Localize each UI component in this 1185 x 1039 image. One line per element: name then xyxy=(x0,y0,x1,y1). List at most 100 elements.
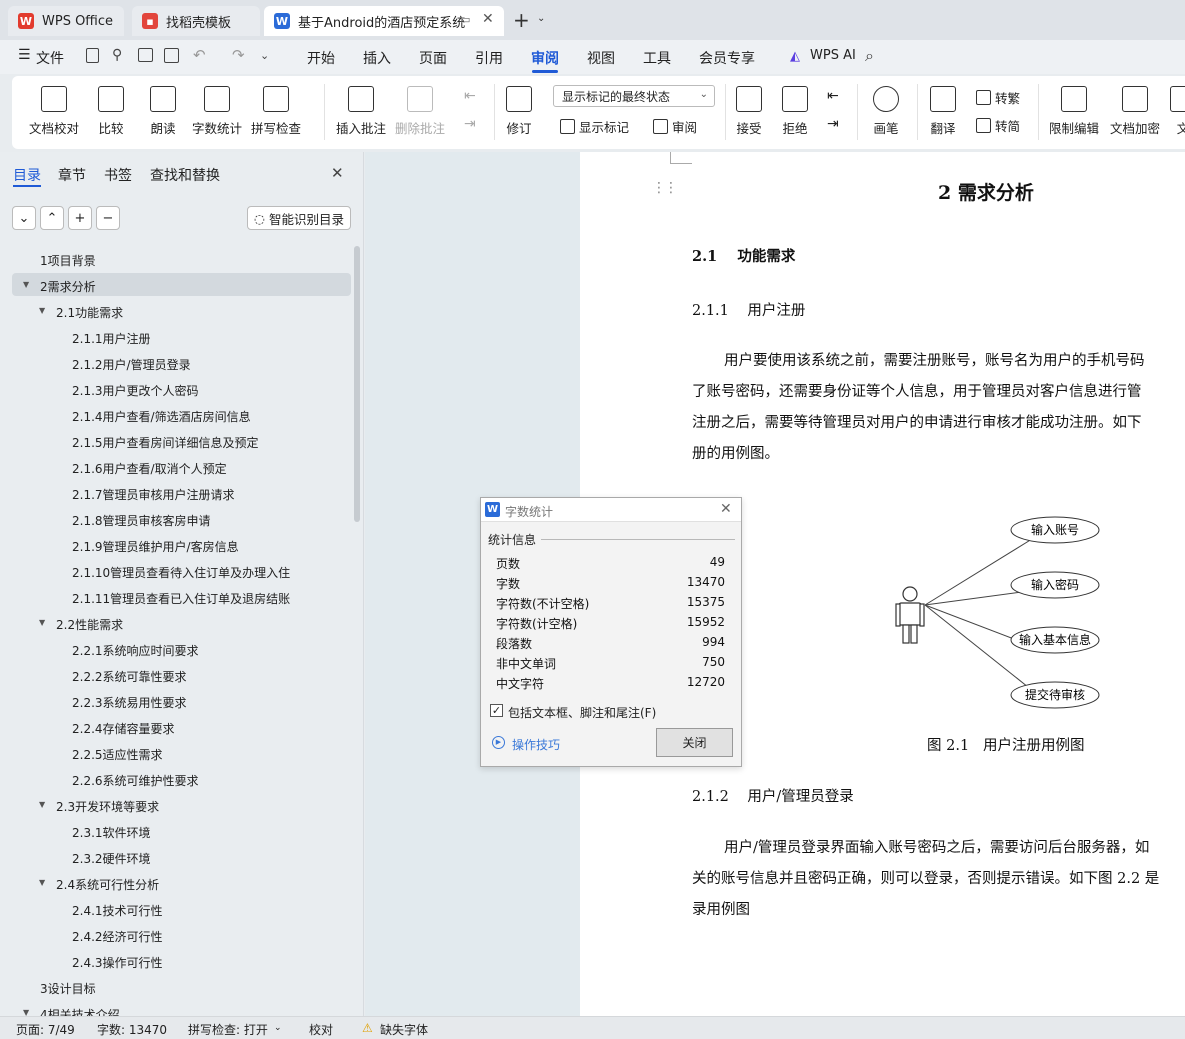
toc-item[interactable]: 2.1.5用户查看房间详细信息及预定 xyxy=(72,434,259,451)
previous-comment-icon[interactable]: ⇤ xyxy=(464,88,476,104)
word-count-button[interactable]: 字数统计 xyxy=(192,86,242,137)
menu-wps-ai[interactable]: WPS AI xyxy=(810,48,856,63)
toc-item[interactable]: 2.2.4存储容量要求 xyxy=(72,720,175,737)
toc-item[interactable]: 2.2.1系统响应时间要求 xyxy=(72,642,199,659)
menu-page[interactable]: 页面 xyxy=(419,48,447,68)
toc-item[interactable]: 2.1.9管理员维护用户/客房信息 xyxy=(72,538,239,555)
tab-bookmarks[interactable]: 书签 xyxy=(104,165,132,185)
toc-item[interactable]: 2.2.2系统可靠性要求 xyxy=(72,668,187,685)
tab-docer[interactable]: ▪ 找稻壳模板 xyxy=(132,6,260,36)
toc-item[interactable]: 3设计目标 xyxy=(40,980,96,997)
expand-triangle-icon[interactable]: ▼ xyxy=(39,878,45,887)
smart-toc-button[interactable]: ◌ 智能识别目录 xyxy=(247,206,351,230)
spell-check-button[interactable]: 拼写检查 xyxy=(251,86,301,137)
tab-wps-office[interactable]: W WPS Office xyxy=(8,6,124,36)
toc-item[interactable]: 2.1.11管理员查看已入住订单及退房结账 xyxy=(72,590,290,607)
markup-state-select[interactable]: 显示标记的最终状态 ⌄ xyxy=(553,85,715,107)
translate-button[interactable]: 翻译 xyxy=(930,86,956,137)
menu-member[interactable]: 会员专享 xyxy=(699,48,755,68)
dialog-close-icon[interactable]: ✕ xyxy=(720,501,732,517)
tab-chapters[interactable]: 章节 xyxy=(58,165,86,185)
accept-button[interactable]: 接受 xyxy=(736,86,762,137)
toc-scrollbar[interactable] xyxy=(354,246,360,522)
toc-item[interactable]: 2.1.4用户查看/筛选酒店房间信息 xyxy=(72,408,251,425)
tab-menu-chevron-icon[interactable]: ⌄ xyxy=(537,13,545,24)
pen-button[interactable]: 画笔 xyxy=(873,86,899,137)
previous-change-icon[interactable]: ⇤ xyxy=(827,88,839,104)
missing-font-status[interactable]: 缺失字体 xyxy=(380,1021,428,1038)
track-changes-button[interactable]: 修订 xyxy=(506,86,532,137)
monitor-icon[interactable]: ▭ xyxy=(460,13,470,26)
expand-triangle-icon[interactable]: ▼ xyxy=(39,618,45,627)
toc-item[interactable]: 2.1.8管理员审核客房申请 xyxy=(72,512,211,529)
print-preview-icon[interactable] xyxy=(164,48,179,63)
toc-item[interactable]: 2.1.3用户更改个人密码 xyxy=(72,382,199,399)
toc-item[interactable]: ▼ 2需求分析 xyxy=(23,278,96,295)
restrict-edit-button[interactable]: 限制编辑 xyxy=(1049,86,1099,137)
expand-triangle-icon[interactable]: ▼ xyxy=(39,306,45,315)
toc-item[interactable]: 2.4.1技术可行性 xyxy=(72,902,163,919)
toc-item[interactable]: 2.3.1软件环境 xyxy=(72,824,151,841)
next-change-icon[interactable]: ⇥ xyxy=(827,116,839,132)
toc-item[interactable]: 2.4.3操作可行性 xyxy=(72,954,163,971)
toc-item[interactable]: 2.1.1用户注册 xyxy=(72,330,151,347)
word-count-indicator[interactable]: 字数: 13470 xyxy=(97,1021,167,1038)
expand-triangle-icon[interactable]: ▼ xyxy=(23,1008,29,1016)
include-textbox-checkbox[interactable]: ✓ xyxy=(490,704,503,717)
toc-item[interactable]: 2.1.2用户/管理员登录 xyxy=(72,356,191,373)
tab-toc[interactable]: 目录 xyxy=(13,165,41,185)
menu-review[interactable]: 审阅 xyxy=(531,48,559,68)
close-panel-icon[interactable]: ✕ xyxy=(331,164,344,182)
hamburger-icon[interactable]: ☰ xyxy=(18,47,31,63)
toc-item[interactable]: 2.4.2经济可行性 xyxy=(72,928,163,945)
compare-button[interactable]: 比较 xyxy=(98,86,124,137)
toc-item[interactable]: ▼ 2.1功能需求 xyxy=(39,304,123,321)
read-aloud-button[interactable]: 朗读 xyxy=(150,86,176,137)
reject-button[interactable]: 拒绝 xyxy=(782,86,808,137)
delete-comment-button[interactable]: 删除批注 xyxy=(395,86,445,137)
add-heading-button[interactable]: + xyxy=(68,206,92,230)
drag-handle-icon[interactable]: ⋮⋮ xyxy=(652,180,678,196)
dialog-close-button[interactable]: 关闭 xyxy=(656,728,733,757)
to-traditional-button[interactable]: 转繁 xyxy=(976,88,1020,107)
menu-insert[interactable]: 插入 xyxy=(363,48,391,68)
menu-reference[interactable]: 引用 xyxy=(475,48,503,68)
menu-file[interactable]: 文件 xyxy=(36,48,64,68)
collapse-all-button[interactable]: ⌄ xyxy=(12,206,36,230)
tab-document[interactable]: W 基于Android的酒店预定系统 ▭ ✕ xyxy=(264,6,504,36)
page-indicator[interactable]: 页面: 7/49 xyxy=(16,1021,75,1038)
proofread-button[interactable]: 文档校对 xyxy=(29,86,79,137)
remove-heading-button[interactable]: − xyxy=(96,206,120,230)
proofread-status[interactable]: 校对 xyxy=(309,1021,333,1038)
toc-item[interactable]: 2.1.7管理员审核用户注册请求 xyxy=(72,486,235,503)
toc-item[interactable]: ▼ 2.2性能需求 xyxy=(39,616,123,633)
toc-item[interactable]: 2.2.6系统可维护性要求 xyxy=(72,772,199,789)
print-icon[interactable] xyxy=(138,48,153,62)
toc-item[interactable]: 2.3.2硬件环境 xyxy=(72,850,151,867)
insert-comment-button[interactable]: 插入批注 xyxy=(336,86,386,137)
expand-up-button[interactable]: ⌃ xyxy=(40,206,64,230)
quick-access-chevron-icon[interactable]: ⌄ xyxy=(260,49,269,62)
toc-item[interactable]: 2.1.10管理员查看待入住订单及办理入住 xyxy=(72,564,290,581)
redo-icon[interactable]: ↷ xyxy=(232,46,245,64)
expand-triangle-icon[interactable]: ▼ xyxy=(23,280,29,289)
encrypt-document-button[interactable]: 文档加密 xyxy=(1110,86,1160,137)
menu-view[interactable]: 视图 xyxy=(587,48,615,68)
menu-tools[interactable]: 工具 xyxy=(643,48,671,68)
dialog-titlebar[interactable]: W 字数统计 ✕ xyxy=(481,498,741,522)
toc-item[interactable]: 2.2.3系统易用性要求 xyxy=(72,694,187,711)
save-icon[interactable] xyxy=(86,48,99,63)
search-icon[interactable]: ⌕ xyxy=(865,46,874,66)
document-more-button[interactable]: 文 xyxy=(1170,86,1185,137)
tab-find-replace[interactable]: 查找和替换 xyxy=(150,165,220,185)
menu-start[interactable]: 开始 xyxy=(307,48,335,68)
tips-link[interactable]: 操作技巧 xyxy=(512,736,560,753)
toc-item[interactable]: 1项目背景 xyxy=(40,252,96,269)
toc-item[interactable]: ▼ 2.4系统可行性分析 xyxy=(39,876,159,893)
toc-item[interactable]: 2.2.5适应性需求 xyxy=(72,746,163,763)
to-simplified-button[interactable]: 转简 xyxy=(976,116,1020,135)
spell-check-toggle[interactable]: 拼写检查: 打开 xyxy=(188,1021,268,1038)
expand-triangle-icon[interactable]: ▼ xyxy=(39,800,45,809)
close-tab-icon[interactable]: ✕ xyxy=(482,11,494,27)
undo-icon[interactable]: ↶ xyxy=(193,46,206,64)
